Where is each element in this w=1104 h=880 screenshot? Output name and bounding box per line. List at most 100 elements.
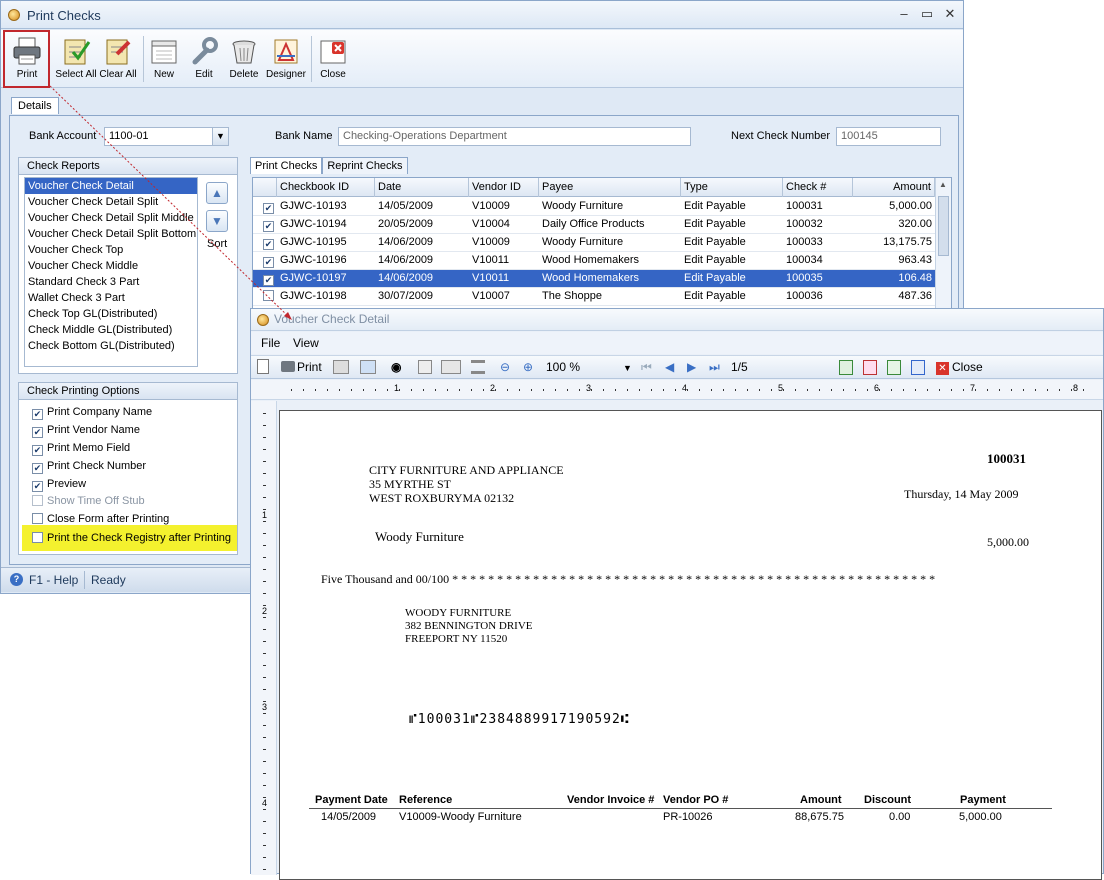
column-header[interactable]: Date: [375, 178, 469, 197]
column-header[interactable]: Type: [681, 178, 783, 197]
checkbox-checked-icon[interactable]: ✔: [263, 221, 274, 232]
bank-account-select[interactable]: 1100-01 ▼: [104, 127, 229, 146]
tab-reprint-checks[interactable]: Reprint Checks: [322, 157, 408, 174]
scroll-up-icon[interactable]: ▲: [939, 180, 947, 189]
grid-scrollbar[interactable]: ▲: [935, 178, 951, 308]
chevron-down-icon[interactable]: ▼: [212, 128, 228, 145]
export-pdf-icon[interactable]: [863, 360, 877, 375]
zoom-out-icon[interactable]: ⊖: [500, 360, 510, 374]
report-list-item[interactable]: Voucher Check Detail Split: [25, 194, 197, 210]
select-all-button[interactable]: Select All: [55, 32, 97, 86]
menu-file[interactable]: File: [261, 336, 280, 350]
title-bar[interactable]: Print Checks – ▭ ✕: [1, 1, 963, 29]
zoom-select[interactable]: 100 % ▼: [546, 360, 632, 374]
table-row[interactable]: ✔ GJWC-10197 14/06/2009 V10011 Wood Homemake…: [253, 270, 935, 288]
new-button[interactable]: New: [147, 32, 181, 86]
checkbox-checked-icon[interactable]: ✔: [263, 203, 274, 214]
checkbox-checked-icon[interactable]: ✔: [32, 481, 43, 492]
first-page-icon[interactable]: ⏮: [641, 360, 652, 375]
preview-print-button[interactable]: Print: [281, 360, 322, 374]
print-option[interactable]: Show Time Off Stub: [32, 495, 145, 507]
close-button[interactable]: Close: [315, 32, 351, 86]
page-setup-icon[interactable]: [333, 360, 349, 374]
document-icon[interactable]: [257, 359, 269, 374]
move-up-button[interactable]: ▲: [206, 182, 228, 204]
report-list-item[interactable]: Wallet Check 3 Part: [25, 290, 197, 306]
delete-button[interactable]: Delete: [227, 32, 261, 86]
report-list-item[interactable]: Voucher Check Detail Split Bottom: [25, 226, 197, 242]
print-option[interactable]: Print the Check Registry after Printing: [32, 532, 231, 544]
maximize-button[interactable]: ▭: [918, 6, 936, 22]
ruler-tick: [699, 389, 700, 391]
checkbox-checked-icon[interactable]: ✔: [263, 257, 274, 268]
checkbox-icon[interactable]: [32, 513, 43, 524]
cell-id: GJWC-10194: [280, 218, 347, 230]
prev-page-icon[interactable]: ◀: [665, 360, 674, 374]
clear-all-button[interactable]: Clear All: [98, 32, 138, 86]
next-page-icon[interactable]: ▶: [687, 360, 696, 374]
report-list-item[interactable]: Voucher Check Top: [25, 242, 197, 258]
report-list-item[interactable]: Check Top GL(Distributed): [25, 306, 197, 322]
multipage-icon[interactable]: [441, 360, 461, 374]
close-window-button[interactable]: ✕: [941, 6, 959, 22]
designer-button[interactable]: Designer: [265, 32, 307, 86]
zoom-in-icon[interactable]: ⊕: [523, 360, 533, 374]
export-word-icon[interactable]: [911, 360, 925, 375]
ruler-tick: [591, 389, 592, 391]
page-layout-icon[interactable]: [471, 360, 485, 374]
column-header[interactable]: Checkbook ID: [277, 178, 375, 197]
print-option[interactable]: ✔ Print Memo Field: [32, 442, 130, 456]
report-list-item[interactable]: Voucher Check Detail: [25, 178, 197, 194]
print-option[interactable]: Close Form after Printing: [32, 513, 169, 525]
print-option[interactable]: ✔ Preview: [32, 478, 86, 492]
last-page-icon[interactable]: ⏭: [709, 360, 720, 375]
tab-details[interactable]: Details: [11, 97, 59, 114]
scroll-thumb[interactable]: [938, 196, 949, 256]
check-reports-list[interactable]: Voucher Check Detail Voucher Check Detail…: [24, 177, 198, 367]
column-header[interactable]: [253, 178, 277, 197]
report-list-item[interactable]: Voucher Check Detail Split Middle: [25, 210, 197, 226]
table-row[interactable]: ✔ GJWC-10196 14/06/2009 V10011 Wood Homemake…: [253, 252, 935, 270]
help-text[interactable]: F1 - Help: [29, 573, 78, 587]
table-row[interactable]: ✔ GJWC-10193 14/05/2009 V10009 Woody Furnitu…: [253, 198, 935, 216]
print-option[interactable]: ✔ Print Check Number: [32, 460, 146, 474]
table-row[interactable]: ✔ GJWC-10194 20/05/2009 V10004 Daily Office …: [253, 216, 935, 234]
tab-print-checks[interactable]: Print Checks: [250, 157, 323, 174]
next-check-field[interactable]: 100145: [836, 127, 941, 146]
checkbox-checked-icon[interactable]: ✔: [32, 427, 43, 438]
report-list-item[interactable]: Standard Check 3 Part: [25, 274, 197, 290]
move-down-button[interactable]: ▼: [206, 210, 228, 232]
column-header[interactable]: Amount: [853, 178, 935, 197]
checkbox-checked-icon[interactable]: ✔: [32, 463, 43, 474]
minimize-button[interactable]: –: [895, 6, 913, 21]
column-header[interactable]: Payee: [539, 178, 681, 197]
column-header[interactable]: Check #: [783, 178, 853, 197]
checkbox-checked-icon[interactable]: ✔: [32, 445, 43, 456]
print-option[interactable]: ✔ Print Vendor Name: [32, 424, 140, 438]
checkbox-checked-icon[interactable]: ✔: [32, 409, 43, 420]
preview-title: Voucher Check Detail: [274, 312, 390, 326]
bank-name-field[interactable]: Checking-Operations Department: [338, 127, 691, 146]
column-header[interactable]: Vendor ID: [469, 178, 539, 197]
cell-vendor: V10011: [472, 254, 510, 266]
preview-close-button[interactable]: ✕ Close: [936, 360, 983, 375]
table-row[interactable]: GJWC-10198 30/07/2009 V10007 The Shoppe Edit…: [253, 288, 935, 306]
checkbox-checked-icon[interactable]: ✔: [263, 239, 274, 250]
checkbox-icon[interactable]: [32, 532, 43, 543]
preview-title-bar[interactable]: Voucher Check Detail: [251, 309, 1103, 331]
report-list-item[interactable]: Check Bottom GL(Distributed): [25, 338, 197, 354]
print-option[interactable]: ✔ Print Company Name: [32, 406, 152, 420]
table-row[interactable]: ✔ GJWC-10195 14/06/2009 V10009 Woody Furnitu…: [253, 234, 935, 252]
export-excel-icon[interactable]: [839, 360, 853, 375]
checkbox-icon[interactable]: [263, 290, 274, 301]
one-page-icon[interactable]: [418, 360, 432, 374]
menu-view[interactable]: View: [293, 336, 319, 350]
copy-icon[interactable]: [360, 360, 376, 374]
checkbox-icon[interactable]: [32, 495, 43, 506]
edit-button[interactable]: Edit: [187, 32, 221, 86]
report-list-item[interactable]: Voucher Check Middle: [25, 258, 197, 274]
find-icon[interactable]: ◉: [391, 360, 401, 374]
export-xlsx-icon[interactable]: [887, 360, 901, 375]
report-list-item[interactable]: Check Middle GL(Distributed): [25, 322, 197, 338]
checkbox-checked-icon[interactable]: ✔: [263, 275, 274, 286]
